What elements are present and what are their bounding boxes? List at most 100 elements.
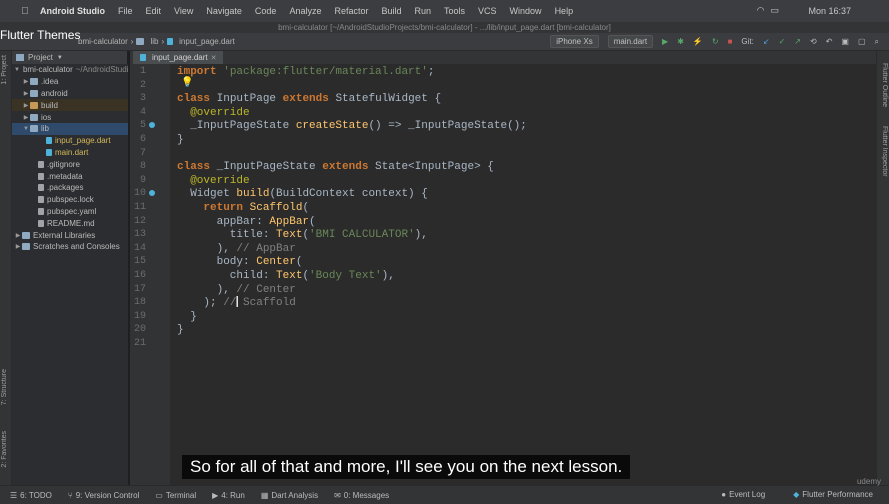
favorites-tool-tab[interactable]: 2: Favorites	[1, 431, 8, 468]
project-panel-title[interactable]: Project	[28, 53, 53, 62]
tree-item-readme[interactable]: README.md	[12, 217, 128, 229]
tree-item-bmi-calculator[interactable]: ▼ bmi-calculator ~/AndroidStudioProjects…	[12, 64, 128, 76]
messages-tool-tab[interactable]: ✉ 0: Messages	[334, 491, 389, 500]
code-editor[interactable]: 1 2 3 4 5 6 7 8 9 10 11 12 13 14 15 16 17 18 19 20 21 import…	[130, 64, 877, 485]
line-number: 13	[133, 229, 146, 241]
git-commit-icon[interactable]: ✓	[779, 37, 786, 46]
todo-tool-tab[interactable]: ☰ 6: TODO	[10, 491, 52, 500]
sdk-manager-icon[interactable]: ▣	[841, 37, 849, 46]
tree-item-android[interactable]: ▶ android	[12, 88, 128, 100]
chevron-right-icon[interactable]: ▶	[22, 114, 30, 121]
tree-item-external-libraries[interactable]: ▶ External Libraries	[12, 229, 128, 241]
navigation-bar: bmi-calculator › lib › input_page.dart i…	[0, 33, 889, 51]
event-log-tool-tab[interactable]: ● Event Log	[721, 490, 765, 499]
code-line[interactable]: return Scaffold(	[177, 202, 309, 214]
tree-item-input-page-dart[interactable]: input_page.dart	[12, 135, 128, 147]
search-everywhere-icon[interactable]: ⌕	[875, 37, 879, 47]
close-icon[interactable]: ✕	[211, 54, 217, 62]
chevron-right-icon[interactable]: ▶	[14, 232, 22, 239]
breadcrumb-lib[interactable]: lib	[150, 37, 158, 46]
line-number: 15	[133, 256, 146, 268]
code-line[interactable]: title: Text('BMI CALCULATOR'),	[177, 229, 428, 241]
chevron-down-icon[interactable]: ▼	[14, 67, 20, 73]
menu-view[interactable]: View	[174, 6, 193, 16]
chevron-right-icon[interactable]: ▶	[22, 102, 30, 109]
chevron-right-icon[interactable]: ▶	[14, 243, 22, 250]
version-control-tool-tab[interactable]: ⑂ 9: Version Control	[68, 491, 139, 500]
code-line[interactable]: @override	[177, 107, 249, 119]
breadcrumb-project[interactable]: bmi-calculator	[78, 37, 128, 46]
debug-icon[interactable]: ✱	[677, 37, 684, 46]
code-line[interactable]: import 'package:flutter/material.dart';	[177, 66, 434, 78]
menu-window[interactable]: Window	[510, 6, 542, 16]
avd-manager-icon[interactable]: ▢	[858, 37, 866, 46]
run-icon[interactable]: ▶	[662, 37, 668, 46]
tab-input-page-dart[interactable]: input_page.dart ✕	[133, 51, 224, 64]
hot-restart-icon[interactable]: ↻	[712, 37, 719, 46]
tree-item-scratches[interactable]: ▶ Scratches and Consoles	[12, 241, 128, 253]
code-line[interactable]: class _InputPageState extends State<Inpu…	[177, 161, 494, 173]
tree-item-lib[interactable]: ▼ lib	[12, 122, 128, 135]
battery-icon[interactable]: ▭	[770, 5, 779, 16]
flutter-performance-tool-tab[interactable]: ◆ Flutter Performance	[793, 490, 873, 499]
tree-item-metadata[interactable]: .metadata	[12, 170, 128, 182]
tree-item-gitignore[interactable]: .gitignore	[12, 158, 128, 170]
apple-icon[interactable]: 	[18, 6, 32, 17]
tree-item-build[interactable]: ▶ build	[12, 99, 128, 112]
flutter-outline-tab[interactable]: Flutter Outline	[881, 63, 888, 107]
menu-file[interactable]: File	[118, 6, 133, 16]
menubar-clock[interactable]: Mon 16:37	[808, 6, 851, 16]
tree-item-pubspec-lock[interactable]: pubspec.lock	[12, 194, 128, 206]
override-marker-icon[interactable]	[149, 190, 155, 196]
hot-reload-icon[interactable]: ⚡	[693, 37, 703, 46]
chevron-right-icon[interactable]: ▶	[22, 78, 30, 85]
code-line[interactable]: Widget build(BuildContext context) {	[177, 188, 428, 200]
code-line[interactable]: @override	[177, 175, 249, 187]
code-line[interactable]: _InputPageState createState() => _InputP…	[177, 120, 527, 132]
menu-help[interactable]: Help	[555, 6, 574, 16]
lightbulb-icon[interactable]: 💡	[181, 77, 193, 88]
menu-refactor[interactable]: Refactor	[334, 6, 368, 16]
menu-tools[interactable]: Tools	[444, 6, 465, 16]
code-line[interactable]: class InputPage extends StatefulWidget {	[177, 93, 441, 105]
revert-icon[interactable]: ↶	[826, 37, 833, 46]
menu-analyze[interactable]: Analyze	[289, 6, 321, 16]
code-line[interactable]: }	[177, 311, 197, 323]
menu-build[interactable]: Build	[381, 6, 401, 16]
project-tool-tab[interactable]: 1: Project	[1, 55, 8, 85]
stop-icon[interactable]: ■	[728, 37, 733, 46]
code-line[interactable]: appBar: AppBar(	[177, 216, 316, 228]
chevron-down-icon[interactable]: ▼	[57, 55, 63, 61]
code-line[interactable]: }	[177, 134, 184, 146]
menu-vcs[interactable]: VCS	[478, 6, 497, 16]
tree-item-idea[interactable]: ▶ .idea	[12, 76, 128, 88]
menu-edit[interactable]: Edit	[146, 6, 162, 16]
tree-item-packages[interactable]: .packages	[12, 182, 128, 194]
breadcrumb-file[interactable]: input_page.dart	[179, 37, 235, 46]
git-update-icon[interactable]: ↙	[763, 37, 770, 46]
flutter-inspector-tab[interactable]: Flutter Inspector	[881, 126, 888, 177]
chevron-right-icon[interactable]: ▶	[22, 90, 30, 97]
run-tool-tab[interactable]: ▶ 4: Run	[212, 491, 245, 500]
chevron-down-icon[interactable]: ▼	[22, 126, 30, 132]
git-history-icon[interactable]: ⟲	[810, 37, 817, 46]
code-line[interactable]: }	[177, 324, 184, 336]
run-config-selector[interactable]: main.dart	[607, 35, 654, 48]
tree-item-ios[interactable]: ▶ ios	[12, 111, 128, 123]
override-marker-icon[interactable]	[149, 122, 155, 128]
menu-run[interactable]: Run	[415, 6, 432, 16]
device-selector[interactable]: iPhone Xs	[550, 35, 599, 48]
wifi-icon[interactable]: ◠	[757, 5, 765, 16]
git-push-icon[interactable]: ↗	[794, 37, 801, 46]
dart-analysis-tool-tab[interactable]: ▦ Dart Analysis	[261, 491, 318, 500]
terminal-tool-tab[interactable]: ▭ Terminal	[155, 491, 196, 500]
tree-item-main-dart[interactable]: main.dart	[12, 147, 128, 159]
code-line[interactable]: child: Text('Body Text'),	[177, 270, 395, 282]
menu-android-studio[interactable]: Android Studio	[40, 6, 105, 16]
menu-code[interactable]: Code	[255, 6, 277, 16]
menu-navigate[interactable]: Navigate	[206, 6, 242, 16]
tree-item-pubspec-yaml[interactable]: pubspec.yaml	[12, 206, 128, 218]
structure-tool-tab[interactable]: 7: Structure	[1, 369, 8, 405]
code-line[interactable]: body: Center(	[177, 256, 303, 268]
code-line[interactable]: ), // AppBar	[177, 243, 296, 255]
